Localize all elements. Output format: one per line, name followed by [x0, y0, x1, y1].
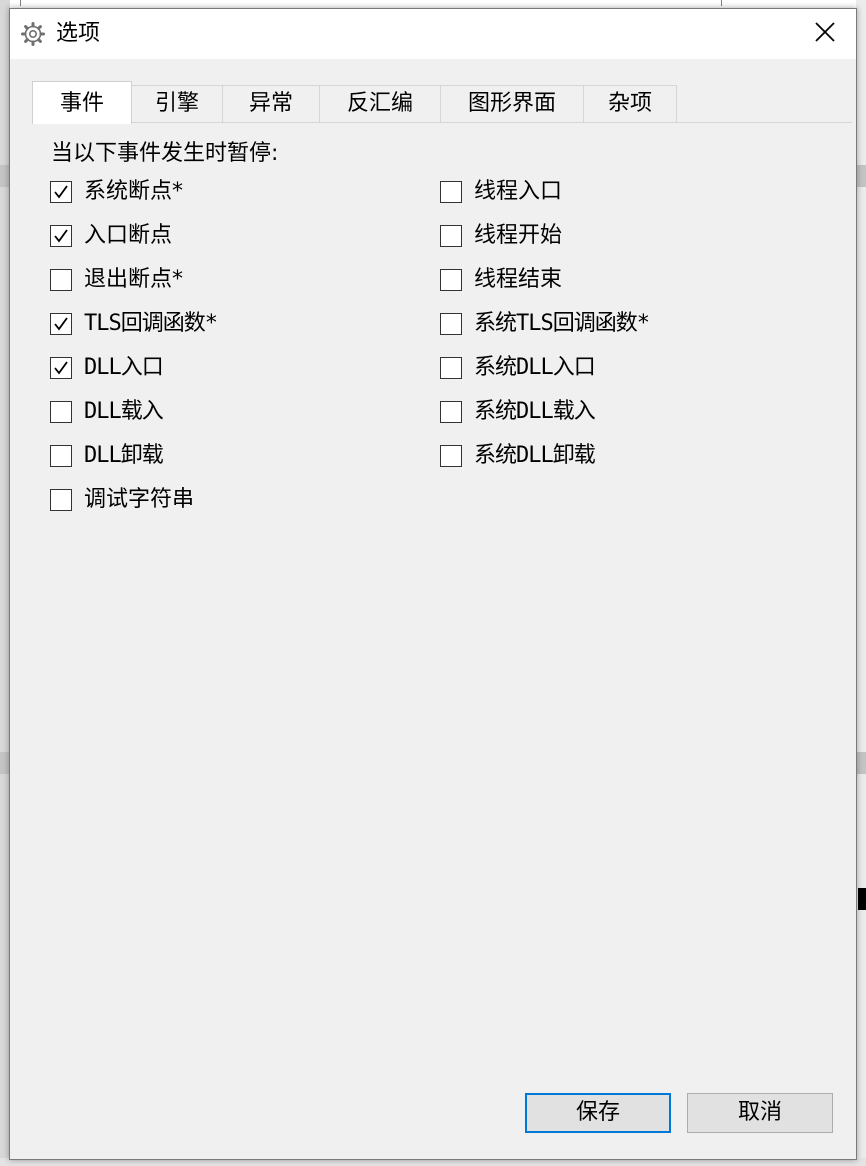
checkbox-unchecked[interactable]	[440, 313, 462, 335]
checkbox-checked[interactable]	[50, 181, 72, 203]
background-cell	[858, 888, 866, 910]
checkbox-unchecked[interactable]	[50, 269, 72, 291]
checkbox-checked[interactable]	[50, 357, 72, 379]
checkbox-unchecked[interactable]	[440, 225, 462, 247]
checkbox-label: 系统DLL卸载	[474, 443, 596, 468]
checkbox-label: 线程入口	[474, 179, 563, 204]
checkbox-label: 系统断点*	[84, 179, 184, 204]
event-checkbox-left-4[interactable]: DLL入口	[50, 353, 164, 383]
checkbox-unchecked[interactable]	[440, 401, 462, 423]
tab-exceptions[interactable]: 异常	[222, 85, 320, 122]
options-dialog: 选项 事件 引擎 异常 反汇编 图形界面 杂项 当以下事件发生时暂停: 系统断点…	[9, 8, 857, 1160]
checkbox-unchecked[interactable]	[50, 489, 72, 511]
close-icon	[814, 21, 836, 47]
event-checkbox-right-0[interactable]: 线程入口	[440, 177, 562, 207]
checkbox-label: 退出断点*	[84, 267, 184, 292]
checkbox-label: 系统TLS回调函数*	[474, 311, 650, 336]
checkbox-unchecked[interactable]	[440, 181, 462, 203]
event-checkbox-left-5[interactable]: DLL载入	[50, 397, 164, 427]
event-checkbox-left-6[interactable]: DLL卸载	[50, 441, 164, 471]
tab-disassembler[interactable]: 反汇编	[319, 85, 441, 122]
event-checkbox-right-1[interactable]: 线程开始	[440, 221, 562, 251]
event-checkbox-right-2[interactable]: 线程结束	[440, 265, 562, 295]
checkbox-label: 线程开始	[474, 223, 563, 248]
title-bar[interactable]: 选项	[10, 9, 856, 59]
event-checkbox-left-3[interactable]: TLS回调函数*	[50, 309, 218, 339]
checkbox-label: DLL入口	[84, 355, 164, 380]
checkbox-label: 系统DLL载入	[474, 399, 596, 424]
checkbox-label: 线程结束	[474, 267, 563, 292]
tab-engine[interactable]: 引擎	[131, 85, 223, 122]
checkbox-label: DLL卸载	[84, 443, 164, 468]
background-band	[856, 752, 866, 774]
close-button[interactable]	[794, 9, 856, 59]
background-band	[856, 165, 866, 187]
events-heading: 当以下事件发生时暂停:	[51, 141, 279, 166]
event-checkbox-left-1[interactable]: 入口断点	[50, 221, 172, 251]
tab-misc[interactable]: 杂项	[583, 85, 677, 122]
checkbox-checked[interactable]	[50, 225, 72, 247]
checkbox-label: TLS回调函数*	[84, 311, 218, 336]
event-checkbox-left-2[interactable]: 退出断点*	[50, 265, 183, 295]
cancel-button[interactable]: 取消	[687, 1093, 833, 1133]
save-button[interactable]: 保存	[525, 1093, 671, 1133]
tab-events[interactable]: 事件	[32, 81, 132, 124]
checkbox-unchecked[interactable]	[50, 445, 72, 467]
event-checkbox-right-5[interactable]: 系统DLL载入	[440, 397, 596, 427]
event-checkbox-right-3[interactable]: 系统TLS回调函数*	[440, 309, 650, 339]
checkbox-label: 调试字符串	[84, 487, 195, 512]
tab-panel-border	[32, 122, 852, 123]
checkbox-unchecked[interactable]	[50, 401, 72, 423]
checkbox-label: DLL载入	[84, 399, 164, 424]
checkbox-label: 系统DLL入口	[474, 355, 596, 380]
event-checkbox-left-7[interactable]: 调试字符串	[50, 485, 194, 515]
checkmark-icon	[52, 315, 70, 333]
checkbox-unchecked[interactable]	[440, 445, 462, 467]
checkbox-label: 入口断点	[84, 223, 173, 248]
checkbox-unchecked[interactable]	[440, 269, 462, 291]
window-title: 选项	[56, 21, 101, 46]
checkbox-unchecked[interactable]	[440, 357, 462, 379]
event-checkbox-right-6[interactable]: 系统DLL卸载	[440, 441, 596, 471]
tab-gui[interactable]: 图形界面	[440, 85, 584, 122]
checkbox-checked[interactable]	[50, 313, 72, 335]
checkmark-icon	[52, 359, 70, 377]
background-panel-edge	[20, 0, 722, 6]
checkmark-icon	[52, 183, 70, 201]
gear-icon	[20, 21, 46, 47]
event-checkbox-left-0[interactable]: 系统断点*	[50, 177, 183, 207]
event-checkbox-right-4[interactable]: 系统DLL入口	[440, 353, 596, 383]
checkmark-icon	[52, 227, 70, 245]
